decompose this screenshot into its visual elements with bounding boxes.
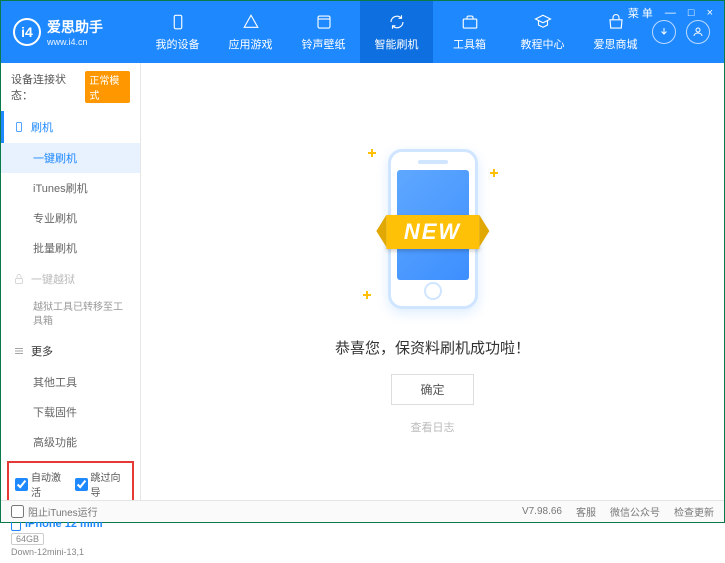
sidebar-item-other-tools[interactable]: 其他工具 — [1, 367, 140, 397]
connection-status: 设备连接状态： 正常模式 — [1, 63, 140, 111]
app-header: 菜 单 — □ × i4 爱思助手 www.i4.cn 我的设备 应用游戏 铃声… — [1, 1, 724, 63]
check-update-link[interactable]: 检查更新 — [674, 504, 714, 519]
section-label: 一键越狱 — [31, 271, 75, 287]
version-label: V7.98.66 — [522, 506, 562, 517]
customer-service-link[interactable]: 客服 — [576, 504, 596, 519]
nav-flash[interactable]: 智能刷机 — [360, 1, 433, 63]
status-label: 设备连接状态： — [11, 71, 81, 103]
window-controls: 菜 单 — □ × — [625, 5, 716, 21]
cb-label: 跳过向导 — [91, 469, 127, 499]
checkbox-skip-guide[interactable]: 跳过向导 — [75, 469, 127, 499]
sidebar-item-pro-flash[interactable]: 专业刷机 — [1, 203, 140, 233]
menu-button[interactable]: 菜 单 — [625, 5, 656, 21]
section-label: 刷机 — [31, 119, 53, 135]
nav-label: 爱思商城 — [594, 36, 638, 52]
section-more[interactable]: 更多 — [1, 335, 140, 367]
cb-label: 自动激活 — [31, 469, 67, 499]
sidebar-item-download-firmware[interactable]: 下载固件 — [1, 397, 140, 427]
jailbreak-note: 越狱工具已转移至工具箱 — [1, 295, 140, 335]
wechat-link[interactable]: 微信公众号 — [610, 504, 660, 519]
nav-label: 应用游戏 — [229, 36, 273, 52]
section-flash[interactable]: 刷机 — [1, 111, 140, 143]
nav-label: 工具箱 — [453, 36, 486, 52]
nav-label: 我的设备 — [156, 36, 200, 52]
nav-label: 铃声壁纸 — [302, 36, 346, 52]
user-button[interactable] — [686, 20, 710, 44]
flash-icon — [387, 12, 407, 32]
wallpaper-icon — [314, 12, 334, 32]
device-capacity: 64GB — [11, 533, 44, 545]
success-illustration: NEW — [348, 139, 518, 319]
phone-icon — [13, 121, 25, 133]
section-label: 更多 — [31, 343, 53, 359]
sparkle-icon — [490, 169, 498, 177]
app-body: 设备连接状态： 正常模式 刷机 一键刷机 iTunes刷机 专业刷机 批量刷机 … — [1, 63, 724, 500]
cb-label: 阻止iTunes运行 — [28, 504, 98, 519]
logo-area: i4 爱思助手 www.i4.cn — [1, 17, 141, 47]
lock-icon — [13, 273, 25, 285]
minimize-button[interactable]: — — [662, 7, 679, 19]
tutorial-icon — [533, 12, 553, 32]
sparkle-icon — [368, 149, 376, 157]
logo-icon: i4 — [13, 18, 41, 46]
status-badge: 正常模式 — [85, 71, 130, 103]
app-url: www.i4.cn — [47, 37, 103, 47]
nav-label: 教程中心 — [521, 36, 565, 52]
store-icon — [606, 12, 626, 32]
device-version: Down-12mini-13,1 — [11, 547, 130, 557]
nav-apps[interactable]: 应用游戏 — [214, 1, 287, 63]
main-content: NEW 恭喜您，保资料刷机成功啦！ 确定 查看日志 — [141, 63, 724, 500]
footer-right: V7.98.66 客服 微信公众号 检查更新 — [522, 504, 714, 519]
status-bar: 阻止iTunes运行 V7.98.66 客服 微信公众号 检查更新 — [1, 500, 724, 522]
new-ribbon: NEW — [386, 215, 479, 249]
sparkle-icon — [363, 291, 371, 299]
header-actions — [652, 20, 724, 44]
nav-label: 智能刷机 — [375, 36, 419, 52]
toolbox-icon — [460, 12, 480, 32]
maximize-button[interactable]: □ — [685, 7, 698, 19]
view-log-link[interactable]: 查看日志 — [411, 419, 455, 435]
block-itunes-checkbox[interactable]: 阻止iTunes运行 — [11, 504, 98, 519]
sidebar-item-batch-flash[interactable]: 批量刷机 — [1, 233, 140, 263]
nav-tutorials[interactable]: 教程中心 — [506, 1, 579, 63]
nav-ringtones[interactable]: 铃声壁纸 — [287, 1, 360, 63]
section-jailbreak[interactable]: 一键越狱 — [1, 263, 140, 295]
apps-icon — [241, 12, 261, 32]
download-button[interactable] — [652, 20, 676, 44]
success-message: 恭喜您，保资料刷机成功啦！ — [335, 337, 530, 358]
sidebar-item-oneclick-flash[interactable]: 一键刷机 — [1, 143, 140, 173]
sidebar: 设备连接状态： 正常模式 刷机 一键刷机 iTunes刷机 专业刷机 批量刷机 … — [1, 63, 141, 500]
sidebar-item-advanced[interactable]: 高级功能 — [1, 427, 140, 457]
confirm-button[interactable]: 确定 — [391, 374, 473, 405]
app-name: 爱思助手 — [47, 17, 103, 37]
sidebar-item-itunes-flash[interactable]: iTunes刷机 — [1, 173, 140, 203]
close-button[interactable]: × — [704, 7, 716, 19]
nav-toolbox[interactable]: 工具箱 — [433, 1, 506, 63]
more-icon — [13, 345, 25, 357]
main-nav: 我的设备 应用游戏 铃声壁纸 智能刷机 工具箱 教程中心 爱思商城 — [141, 1, 652, 63]
checkbox-auto-activate[interactable]: 自动激活 — [15, 469, 67, 499]
nav-my-device[interactable]: 我的设备 — [141, 1, 214, 63]
device-icon — [168, 12, 188, 32]
